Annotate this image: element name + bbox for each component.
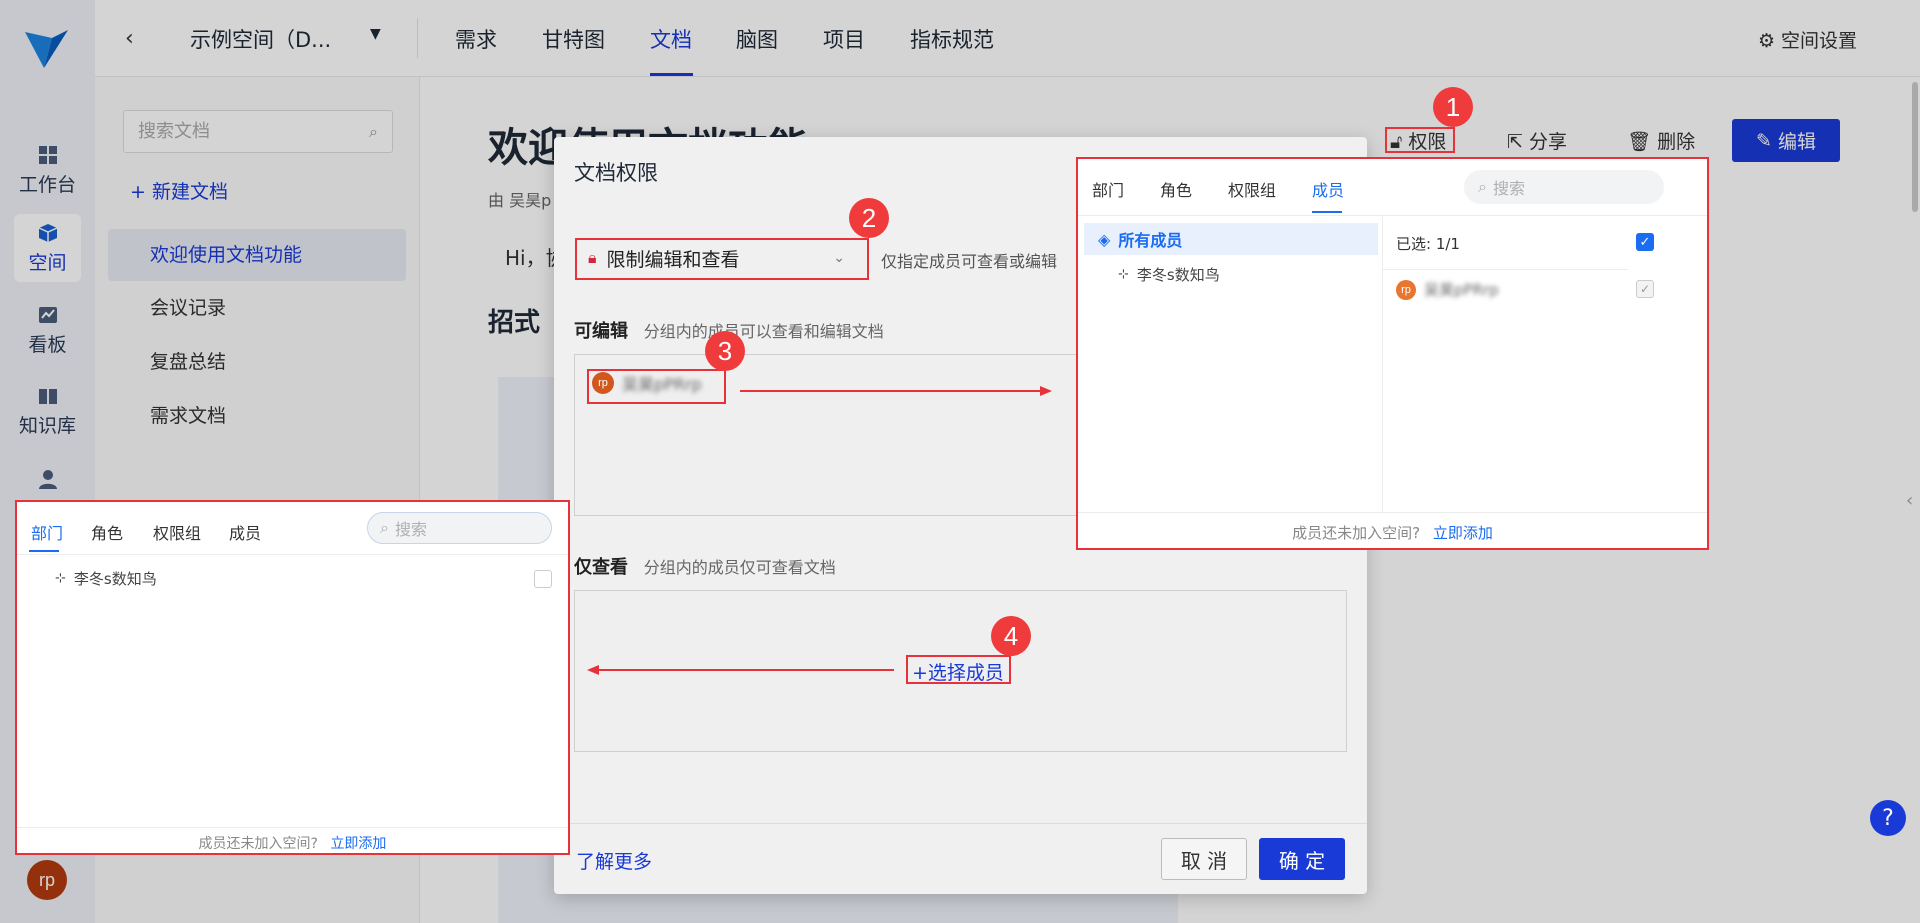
arrow-head: [1040, 386, 1052, 396]
annotation-badge: 4: [991, 616, 1031, 656]
annotation-arrows: [587, 386, 1052, 675]
annotation-badge: 3: [705, 331, 745, 371]
annotation-badge: 1: [1433, 87, 1473, 127]
annotation-badge: 2: [849, 198, 889, 238]
arrow-head: [587, 665, 599, 675]
